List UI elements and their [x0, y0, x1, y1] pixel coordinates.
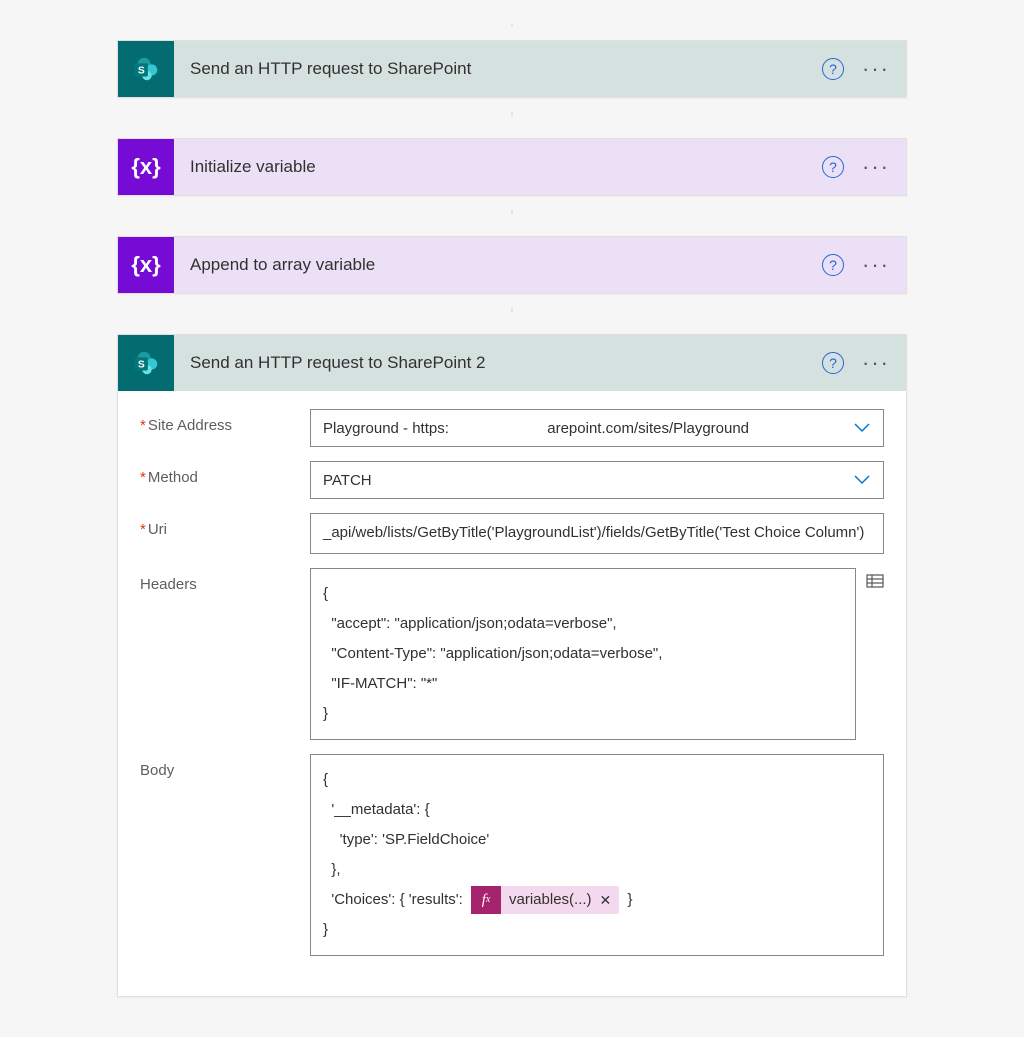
- form-row-method: *Method PATCH: [140, 461, 884, 499]
- fx-icon: fx: [471, 886, 501, 914]
- method-select[interactable]: PATCH: [310, 461, 884, 499]
- required-marker: *: [140, 521, 146, 538]
- required-marker: *: [140, 417, 146, 434]
- close-icon[interactable]: ✕: [600, 886, 612, 914]
- action-header[interactable]: {x} Append to array variable ? ···: [118, 237, 906, 293]
- body-input[interactable]: { '__metadata': { 'type': 'SP.FieldChoic…: [310, 754, 884, 956]
- form-row-body: Body { '__metadata': { 'type': 'SP.Field…: [140, 754, 884, 956]
- chevron-down-icon: [853, 472, 871, 489]
- method-value: PATCH: [323, 472, 853, 489]
- svg-text:S: S: [138, 360, 145, 371]
- action-title: Append to array variable: [174, 255, 822, 275]
- action-body: *Site Address Playground - https: arepoi…: [118, 391, 906, 996]
- action-title: Send an HTTP request to SharePoint 2: [174, 353, 822, 373]
- site-address-label: *Site Address: [140, 409, 310, 434]
- overflow-menu-icon[interactable]: ···: [862, 156, 890, 178]
- site-address-select[interactable]: Playground - https: arepoint.com/sites/P…: [310, 409, 884, 447]
- action-card-sharepoint-2: S Send an HTTP request to SharePoint 2 ?…: [117, 334, 907, 997]
- uri-label: *Uri: [140, 513, 310, 538]
- flow-arrow: [511, 98, 513, 138]
- form-row-headers: Headers { "accept": "application/json;od…: [140, 568, 884, 740]
- overflow-menu-icon[interactable]: ···: [862, 352, 890, 374]
- variable-icon: {x}: [118, 237, 174, 293]
- expression-token[interactable]: fx variables(...) ✕: [471, 886, 619, 914]
- variable-icon: {x}: [118, 139, 174, 195]
- headers-input[interactable]: { "accept": "application/json;odata=verb…: [310, 568, 856, 740]
- required-marker: *: [140, 469, 146, 486]
- help-icon[interactable]: ?: [822, 58, 844, 80]
- expression-token-label: variables(...): [509, 885, 592, 915]
- method-label: *Method: [140, 461, 310, 486]
- flow-arrow: [511, 294, 513, 334]
- sharepoint-icon: S: [118, 41, 174, 97]
- action-header[interactable]: S Send an HTTP request to SharePoint ? ·…: [118, 41, 906, 97]
- switch-to-table-icon[interactable]: [866, 568, 884, 595]
- action-header[interactable]: S Send an HTTP request to SharePoint 2 ?…: [118, 335, 906, 391]
- headers-label: Headers: [140, 568, 310, 593]
- help-icon[interactable]: ?: [822, 156, 844, 178]
- help-icon[interactable]: ?: [822, 352, 844, 374]
- form-row-uri: *Uri _api/web/lists/GetByTitle('Playgrou…: [140, 513, 884, 554]
- overflow-menu-icon[interactable]: ···: [862, 254, 890, 276]
- flow-arrow: [511, 0, 513, 40]
- form-row-site-address: *Site Address Playground - https: arepoi…: [140, 409, 884, 447]
- body-label: Body: [140, 754, 310, 779]
- chevron-down-icon: [853, 420, 871, 437]
- svg-text:S: S: [138, 66, 145, 77]
- uri-input[interactable]: _api/web/lists/GetByTitle('PlaygroundLis…: [310, 513, 884, 554]
- site-address-value: Playground - https: arepoint.com/sites/P…: [323, 420, 853, 437]
- action-title: Send an HTTP request to SharePoint: [174, 59, 822, 79]
- action-header[interactable]: {x} Initialize variable ? ···: [118, 139, 906, 195]
- sharepoint-icon: S: [118, 335, 174, 391]
- help-icon[interactable]: ?: [822, 254, 844, 276]
- flow-arrow: [511, 196, 513, 236]
- action-title: Initialize variable: [174, 157, 822, 177]
- overflow-menu-icon[interactable]: ···: [862, 58, 890, 80]
